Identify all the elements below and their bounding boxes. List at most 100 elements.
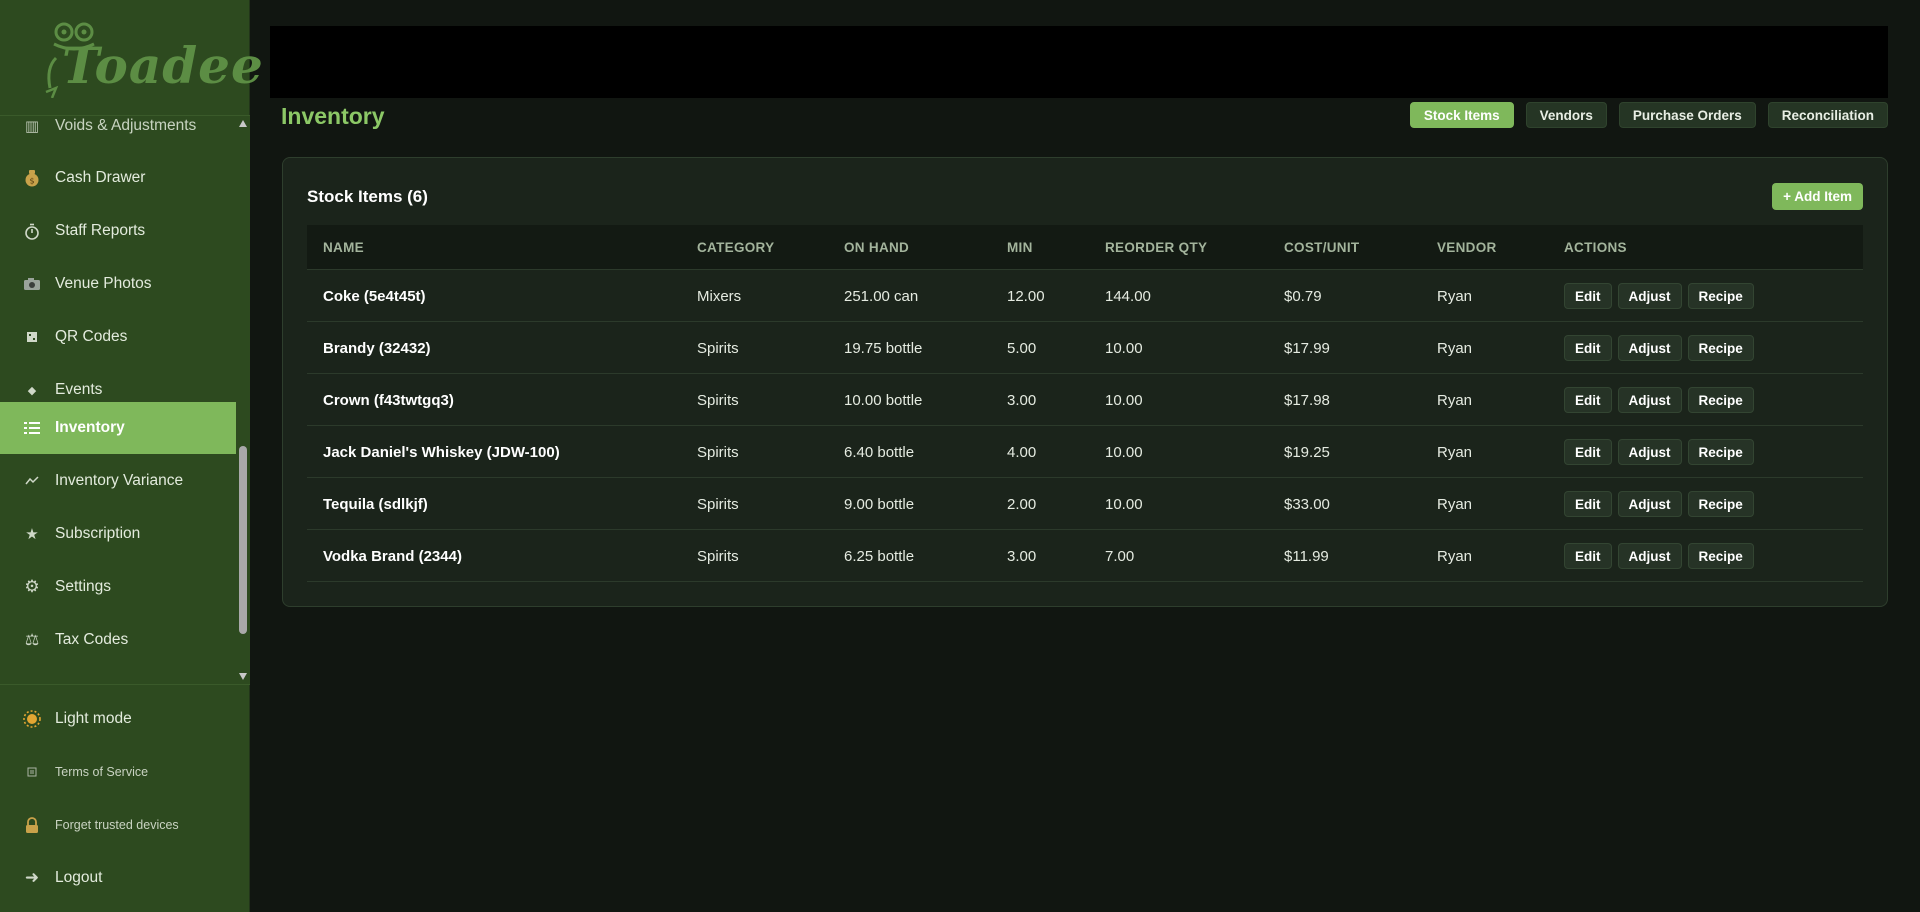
- tab-stock-items[interactable]: Stock Items: [1409, 102, 1514, 128]
- sidebar-footer: Light mode Terms of Service Forget trust…: [0, 684, 250, 912]
- cell-name: Brandy (32432): [323, 339, 431, 357]
- cell-cost-unit: $19.25: [1284, 443, 1330, 461]
- add-item-button[interactable]: + Add Item: [1772, 183, 1863, 210]
- cell-cost-unit: $0.79: [1284, 287, 1322, 305]
- sidebar-nav[interactable]: ▥ Voids & Adjustments $ Cash Drawer Staf…: [0, 116, 236, 684]
- table-row: Tequila (sdlkjf) Spirits 9.00 bottle 2.0…: [307, 478, 1863, 530]
- table-row: Coke (5e4t45t) Mixers 251.00 can 12.00 1…: [307, 270, 1863, 322]
- scales-icon: ⚖: [24, 632, 40, 649]
- sidebar-item-subscription[interactable]: ★ Subscription: [0, 508, 236, 560]
- cell-category: Spirits: [697, 547, 739, 565]
- sidebar-item-venue-photos[interactable]: Venue Photos: [0, 258, 236, 310]
- table-row: Crown (f43twtgq3) Spirits 10.00 bottle 3…: [307, 374, 1863, 426]
- cell-cost-unit: $11.99: [1284, 547, 1329, 565]
- svg-text:$: $: [29, 177, 34, 186]
- column-header-reorder-qty[interactable]: REORDER QTY: [1105, 225, 1207, 270]
- cell-on-hand: 9.00 bottle: [844, 495, 915, 513]
- terms-of-service-link[interactable]: Terms of Service: [0, 746, 250, 798]
- column-header-min[interactable]: MIN: [1007, 225, 1033, 270]
- sidebar-scrollbar[interactable]: [236, 116, 250, 684]
- edit-button[interactable]: Edit: [1564, 491, 1612, 517]
- edit-button[interactable]: Edit: [1564, 439, 1612, 465]
- cell-name: Tequila (sdlkjf): [323, 495, 428, 513]
- cell-name: Jack Daniel's Whiskey (JDW-100): [323, 443, 560, 461]
- recipe-button[interactable]: Recipe: [1687, 387, 1754, 413]
- light-mode-toggle[interactable]: Light mode: [0, 693, 250, 745]
- cell-category: Spirits: [697, 391, 739, 409]
- column-header-cost-unit[interactable]: COST/UNIT: [1284, 225, 1359, 270]
- tab-vendors[interactable]: Vendors: [1525, 102, 1607, 128]
- sidebar-item-label: Cash Drawer: [55, 169, 146, 186]
- cell-category: Spirits: [697, 495, 739, 513]
- cell-min: 5.00: [1007, 339, 1037, 357]
- adjust-button[interactable]: Adjust: [1617, 439, 1682, 465]
- edit-button[interactable]: Edit: [1564, 283, 1612, 309]
- sidebar-item-qr-codes[interactable]: QR Codes: [0, 311, 236, 363]
- cell-on-hand: 6.25 bottle: [844, 547, 915, 565]
- logo[interactable]: Toadee: [0, 0, 263, 116]
- adjust-button[interactable]: Adjust: [1617, 387, 1682, 413]
- card-title: Stock Items (6): [307, 187, 428, 206]
- star-icon: ★: [25, 526, 39, 543]
- adjust-button[interactable]: Adjust: [1617, 543, 1682, 569]
- cell-vendor: Ryan: [1437, 339, 1473, 357]
- cell-cost-unit: $33.00: [1284, 495, 1330, 513]
- list-icon: [22, 418, 42, 438]
- tab-reconciliation[interactable]: Reconciliation: [1767, 102, 1888, 128]
- cell-min: 3.00: [1007, 391, 1037, 409]
- top-banner: [270, 26, 1888, 98]
- scroll-down-arrow-icon[interactable]: [239, 673, 247, 680]
- recipe-button[interactable]: Recipe: [1687, 439, 1754, 465]
- stock-items-card: Stock Items (6) + Add Item NAME CATEGORY…: [282, 157, 1888, 607]
- sidebar-item-label: Inventory: [55, 419, 125, 436]
- sidebar-item-tax-codes[interactable]: ⚖ Tax Codes: [0, 614, 236, 666]
- cell-cost-unit: $17.98: [1284, 391, 1330, 409]
- recipe-button[interactable]: Recipe: [1687, 543, 1754, 569]
- table-row: Vodka Brand (2344) Spirits 6.25 bottle 3…: [307, 530, 1863, 582]
- column-header-vendor[interactable]: VENDOR: [1437, 225, 1497, 270]
- edit-button[interactable]: Edit: [1564, 387, 1612, 413]
- recipe-button[interactable]: Recipe: [1687, 335, 1754, 361]
- adjust-button[interactable]: Adjust: [1617, 491, 1682, 517]
- column-header-name[interactable]: NAME: [323, 225, 364, 270]
- sidebar-item-voids-adjustments[interactable]: ▥ Voids & Adjustments: [0, 116, 236, 152]
- cell-reorder-qty: 10.00: [1105, 339, 1143, 357]
- sidebar-item-label: Staff Reports: [55, 222, 146, 239]
- sidebar-item-inventory[interactable]: Inventory: [0, 402, 236, 454]
- recipe-button[interactable]: Recipe: [1687, 283, 1754, 309]
- logo-text: Toadee: [62, 35, 264, 95]
- forget-trusted-devices-button[interactable]: Forget trusted devices: [0, 799, 250, 851]
- row-actions: Edit Adjust Recipe: [1564, 530, 1754, 582]
- scroll-up-arrow-icon[interactable]: [239, 120, 247, 127]
- cell-reorder-qty: 10.00: [1105, 495, 1143, 513]
- sidebar-item-staff-reports[interactable]: Staff Reports: [0, 205, 236, 257]
- edit-button[interactable]: Edit: [1564, 335, 1612, 361]
- cell-vendor: Ryan: [1437, 287, 1473, 305]
- cell-reorder-qty: 10.00: [1105, 443, 1143, 461]
- sidebar-item-settings[interactable]: ⚙ Settings: [0, 561, 236, 613]
- sidebar-item-inventory-variance[interactable]: Inventory Variance: [0, 455, 236, 507]
- recipe-button[interactable]: Recipe: [1687, 491, 1754, 517]
- row-actions: Edit Adjust Recipe: [1564, 426, 1754, 478]
- row-actions: Edit Adjust Recipe: [1564, 374, 1754, 426]
- diamond-icon: ◆: [27, 384, 37, 397]
- cell-min: 3.00: [1007, 547, 1037, 565]
- table-row: Brandy (32432) Spirits 19.75 bottle 5.00…: [307, 322, 1863, 374]
- scrollbar-thumb[interactable]: [239, 446, 247, 634]
- edit-button[interactable]: Edit: [1564, 543, 1612, 569]
- adjust-button[interactable]: Adjust: [1617, 335, 1682, 361]
- tab-purchase-orders[interactable]: Purchase Orders: [1618, 102, 1756, 128]
- column-header-on-hand[interactable]: ON HAND: [844, 225, 909, 270]
- cell-name: Vodka Brand (2344): [323, 547, 462, 565]
- logout-button[interactable]: ➜ Logout: [0, 852, 250, 904]
- table-header: NAME CATEGORY ON HAND MIN REORDER QTY CO…: [307, 225, 1863, 270]
- cell-cost-unit: $17.99: [1284, 339, 1330, 357]
- column-header-actions: ACTIONS: [1564, 240, 1627, 255]
- sidebar-item-cash-drawer[interactable]: $ Cash Drawer: [0, 152, 236, 204]
- cell-vendor: Ryan: [1437, 495, 1473, 513]
- cell-min: 12.00: [1007, 287, 1045, 305]
- document-icon: [22, 762, 42, 782]
- column-header-category[interactable]: CATEGORY: [697, 225, 774, 270]
- cell-on-hand: 10.00 bottle: [844, 391, 923, 409]
- adjust-button[interactable]: Adjust: [1617, 283, 1682, 309]
